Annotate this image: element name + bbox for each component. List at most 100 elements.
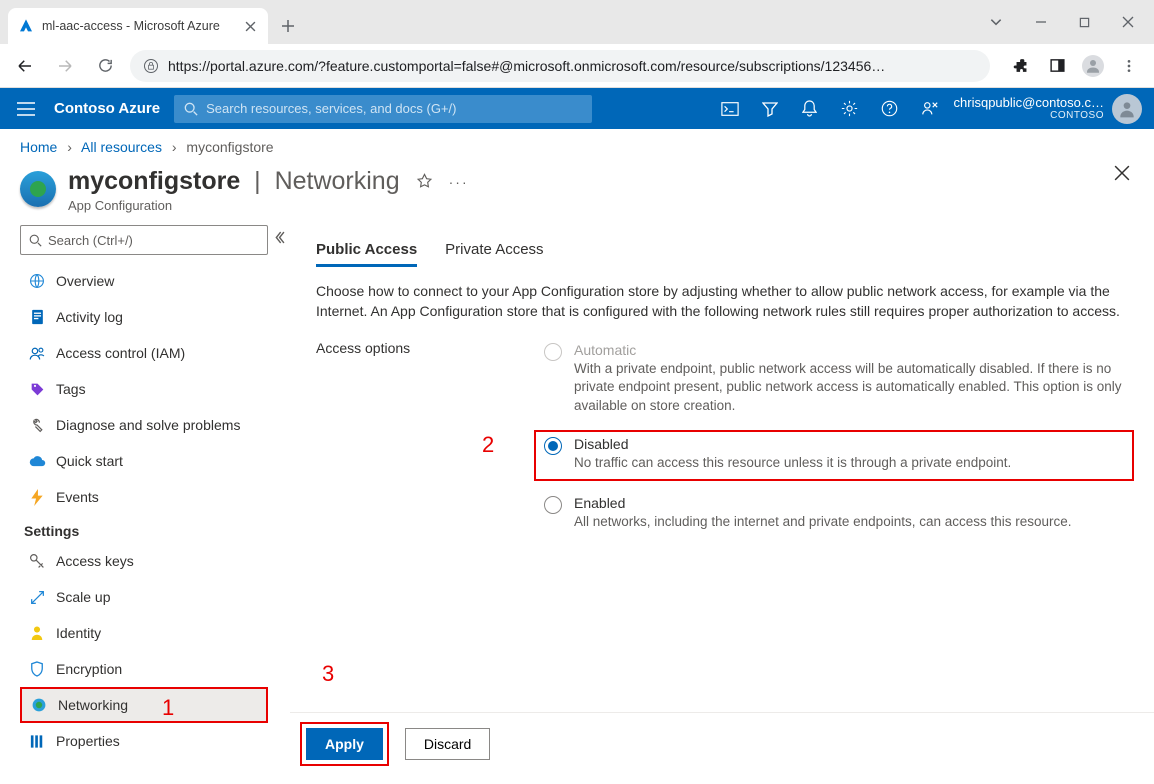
- breadcrumb-current: myconfigstore: [186, 139, 273, 155]
- props-icon: [28, 732, 46, 750]
- sidebar-item-access-control-iam-[interactable]: Access control (IAM): [20, 335, 268, 371]
- sidebar-item-label: Overview: [56, 273, 114, 289]
- resource-menu: Search (Ctrl+/) Overview Activity log Acce…: [0, 225, 290, 774]
- sidebar-item-identity[interactable]: Identity: [20, 615, 268, 651]
- blade-close-icon[interactable]: [1114, 165, 1130, 181]
- chevron-down-icon[interactable]: [989, 15, 1003, 29]
- menu-list[interactable]: Overview Activity log Access control (IAM)…: [20, 263, 292, 751]
- pin-icon[interactable]: [416, 173, 433, 190]
- portal-brand[interactable]: Contoso Azure: [54, 100, 160, 117]
- kebab-menu-icon[interactable]: [1118, 55, 1140, 77]
- sidebar-item-access-keys[interactable]: Access keys: [20, 543, 268, 579]
- azure-favicon: [18, 18, 34, 34]
- sidebar-item-tags[interactable]: Tags: [20, 371, 268, 407]
- sidebar-item-networking[interactable]: Networking: [20, 687, 268, 723]
- feedback-icon[interactable]: [920, 99, 940, 119]
- account-email: chrisqpublic@contoso.c…: [954, 96, 1104, 110]
- shield-icon: [28, 660, 46, 678]
- browser-tab-bar: ml-aac-access - Microsoft Azure: [0, 0, 1154, 44]
- back-button[interactable]: [10, 51, 40, 81]
- sidebar-item-label: Properties: [56, 733, 120, 749]
- help-icon[interactable]: [880, 99, 900, 119]
- access-options-label: Access options: [316, 340, 542, 534]
- option-title: Enabled: [574, 495, 1072, 511]
- more-icon[interactable]: ···: [449, 174, 469, 190]
- option-title: Automatic: [574, 342, 1132, 358]
- tab-private-access[interactable]: Private Access: [445, 235, 543, 267]
- window-close-icon[interactable]: [1122, 16, 1134, 28]
- new-tab-button[interactable]: [274, 12, 302, 40]
- tag-icon: [28, 380, 46, 398]
- sidebar-item-label: Diagnose and solve problems: [56, 417, 240, 433]
- tab-public-access[interactable]: Public Access: [316, 235, 417, 267]
- breadcrumb-home[interactable]: Home: [20, 139, 57, 155]
- sidebar-item-label: Access keys: [56, 553, 134, 569]
- option-desc: No traffic can access this resource unle…: [574, 454, 1011, 473]
- minimize-icon[interactable]: [1035, 16, 1047, 28]
- sidebar-item-scale-up[interactable]: Scale up: [20, 579, 268, 615]
- search-icon: [184, 102, 198, 116]
- sidebar-item-events[interactable]: Events: [20, 479, 268, 515]
- address-bar[interactable]: https://portal.azure.com/?feature.custom…: [130, 50, 990, 82]
- sidebar-item-label: Tags: [56, 381, 86, 397]
- settings-icon[interactable]: [840, 99, 860, 119]
- collapse-menu-icon[interactable]: [272, 231, 285, 244]
- panel-icon[interactable]: [1046, 55, 1068, 77]
- sidebar-item-label: Activity log: [56, 309, 123, 325]
- profile-avatar-icon[interactable]: [1082, 55, 1104, 77]
- apply-button[interactable]: Apply: [306, 728, 383, 760]
- maximize-icon[interactable]: [1079, 17, 1090, 28]
- scale-icon: [28, 588, 46, 606]
- search-icon: [29, 234, 42, 247]
- account-avatar-icon: [1112, 94, 1142, 124]
- breadcrumb-all-resources[interactable]: All resources: [81, 139, 162, 155]
- sidebar-item-label: Scale up: [56, 589, 110, 605]
- net-icon: [30, 696, 48, 714]
- reload-button[interactable]: [90, 51, 120, 81]
- breadcrumb: Home › All resources › myconfigstore: [0, 129, 1154, 161]
- account-menu[interactable]: chrisqpublic@contoso.c… CONTOSO: [954, 94, 1142, 124]
- discard-button[interactable]: Discard: [405, 728, 490, 760]
- site-info-icon[interactable]: [144, 59, 158, 73]
- sidebar-item-quick-start[interactable]: Quick start: [20, 443, 268, 479]
- azure-search-box[interactable]: Search resources, services, and docs (G+…: [174, 95, 592, 123]
- sidebar-item-activity-log[interactable]: Activity log: [20, 299, 268, 335]
- wrench-icon: [28, 416, 46, 434]
- access-options-group: Automatic With a private endpoint, publi…: [542, 340, 1134, 534]
- search-placeholder: Search resources, services, and docs (G+…: [206, 101, 456, 116]
- access-option-disabled[interactable]: Disabled No traffic can access this reso…: [534, 430, 1134, 481]
- annotation-2: 2: [482, 432, 494, 458]
- extensions-icon[interactable]: [1010, 55, 1032, 77]
- tab-close-icon[interactable]: [242, 18, 258, 34]
- sidebar-item-encryption[interactable]: Encryption: [20, 651, 268, 687]
- hamburger-menu[interactable]: [12, 95, 40, 123]
- sidebar-item-label: Events: [56, 489, 99, 505]
- cloud-shell-icon[interactable]: [720, 99, 740, 119]
- resource-icon: [20, 171, 56, 207]
- sidebar-item-properties[interactable]: Properties: [20, 723, 268, 751]
- iam-icon: [28, 344, 46, 362]
- main-content: Public Access Private Access Choose how …: [290, 225, 1154, 774]
- menu-search-input[interactable]: Search (Ctrl+/): [20, 225, 268, 255]
- sidebar-item-diagnose-and-solve-problems[interactable]: Diagnose and solve problems: [20, 407, 268, 443]
- option-desc: All networks, including the internet and…: [574, 513, 1072, 532]
- log-icon: [28, 308, 46, 326]
- access-option-enabled[interactable]: Enabled All networks, including the inte…: [542, 493, 1134, 534]
- page-title: myconfigstore | Networking: [68, 167, 400, 196]
- browser-toolbar: https://portal.azure.com/?feature.custom…: [0, 44, 1154, 88]
- cloud-icon: [28, 452, 46, 470]
- option-desc: With a private endpoint, public network …: [574, 360, 1132, 417]
- globe-icon: [28, 272, 46, 290]
- browser-tab[interactable]: ml-aac-access - Microsoft Azure: [8, 8, 268, 44]
- key-icon: [28, 552, 46, 570]
- filter-icon[interactable]: [760, 99, 780, 119]
- window-controls: [989, 0, 1154, 44]
- resource-type-label: App Configuration: [68, 198, 400, 213]
- sidebar-item-label: Networking: [58, 697, 128, 713]
- sidebar-item-label: Access control (IAM): [56, 345, 185, 361]
- annotation-3: 3: [322, 661, 334, 687]
- sidebar-item-overview[interactable]: Overview: [20, 263, 268, 299]
- access-option-automatic: Automatic With a private endpoint, publi…: [542, 340, 1134, 419]
- forward-button[interactable]: [50, 51, 80, 81]
- notifications-icon[interactable]: [800, 99, 820, 119]
